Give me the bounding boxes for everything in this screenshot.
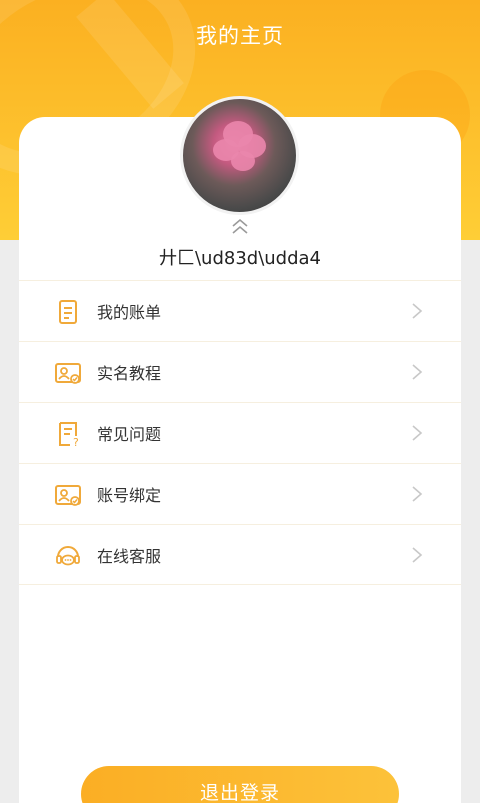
chevron-right-icon	[411, 424, 423, 442]
chevron-up-icon[interactable]	[229, 216, 251, 238]
svg-text:?: ?	[73, 436, 79, 449]
menu-item-label: 常见问题	[97, 425, 162, 444]
menu-list: 我的账单 实名教程 ? 常见问题 账号绑定 在线客服	[19, 280, 461, 585]
menu-item-account-binding[interactable]: 账号绑定	[19, 463, 461, 524]
menu-item-label: 实名教程	[97, 364, 162, 383]
faq-icon: ?	[53, 419, 83, 449]
menu-item-label: 在线客服	[97, 546, 162, 566]
logout-button[interactable]: 退出登录	[81, 766, 399, 803]
menu-item-realname-tutorial[interactable]: 实名教程	[19, 341, 461, 402]
username: 廾匚\ud83d\udda4	[158, 248, 322, 269]
chevron-right-icon	[411, 485, 423, 503]
menu-item-customer-service[interactable]: 在线客服	[19, 524, 461, 585]
menu-item-label: 账号绑定	[97, 486, 162, 505]
customer-service-icon	[53, 541, 83, 571]
chevron-right-icon	[411, 302, 423, 320]
id-card-icon	[53, 358, 83, 388]
id-card-icon	[53, 480, 83, 510]
menu-item-bill[interactable]: 我的账单	[19, 280, 461, 341]
chevron-right-icon	[411, 363, 423, 381]
page-title: 我的主页	[196, 24, 284, 48]
avatar[interactable]	[180, 96, 299, 215]
chevron-right-icon	[411, 546, 423, 564]
menu-item-faq[interactable]: ? 常见问题	[19, 402, 461, 463]
bill-icon	[53, 297, 83, 327]
menu-item-label: 我的账单	[97, 303, 162, 322]
